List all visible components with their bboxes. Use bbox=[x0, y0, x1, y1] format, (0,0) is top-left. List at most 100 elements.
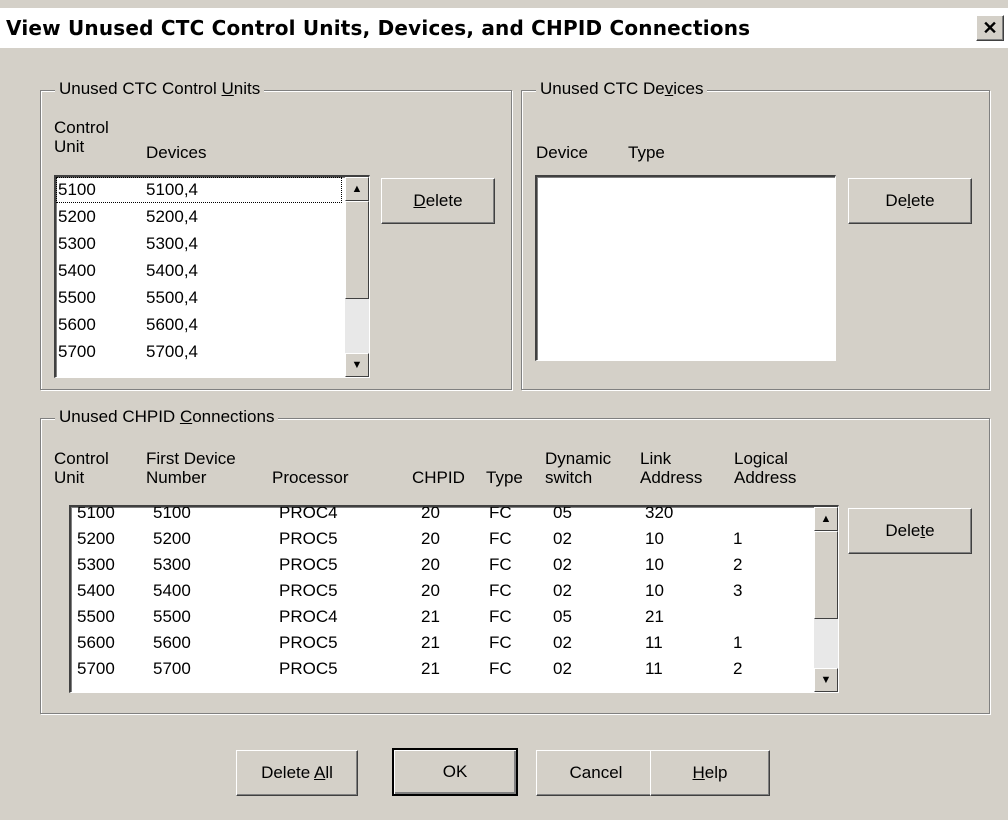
cell-control-unit: 5400 bbox=[77, 581, 115, 600]
chpid-connections-list[interactable]: 5100 5100 PROC4 20 FC 05 320 5200 5200 PROC5 20 FC 0… bbox=[69, 505, 839, 693]
cell-devices: 5600,4 bbox=[146, 315, 198, 334]
cancel-button[interactable]: Cancel bbox=[536, 750, 656, 796]
button-label: Cancel bbox=[569, 763, 623, 782]
col-header-device: Device bbox=[536, 143, 588, 162]
col-header-processor: Processor bbox=[272, 468, 349, 487]
button-label: Delete bbox=[885, 521, 935, 540]
scroll-thumb[interactable] bbox=[345, 201, 369, 299]
help-button[interactable]: Help bbox=[650, 750, 770, 796]
cell-control-unit: 5100 bbox=[58, 180, 96, 199]
col-header-link-address: Link Address bbox=[640, 449, 703, 487]
dialog-title: View Unused CTC Control Units, Devices, … bbox=[6, 16, 751, 40]
group-legend: Unused CHPID Connections bbox=[55, 407, 279, 427]
cell-first-device-number: 5100 bbox=[153, 505, 191, 522]
group-legend: Unused CTC Control Units bbox=[55, 79, 265, 99]
cell-processor: PROC5 bbox=[279, 555, 338, 574]
cell-logical-address: 1 bbox=[733, 633, 743, 652]
col-header-logical-address: Logical Address bbox=[734, 449, 797, 487]
arrow-down-icon: ▼ bbox=[820, 674, 832, 686]
cell-type: FC bbox=[489, 581, 512, 600]
delete-all-button[interactable]: Delete All bbox=[236, 750, 358, 796]
cell-control-unit: 5300 bbox=[58, 234, 96, 253]
list-item[interactable]: 5200 5200,4 bbox=[56, 204, 342, 230]
button-label: Delete All bbox=[261, 763, 333, 782]
close-icon: ✕ bbox=[982, 17, 998, 38]
table-row[interactable]: 5200 5200 PROC5 20 FC 02 10 1 bbox=[71, 529, 811, 555]
cell-control-unit: 5200 bbox=[77, 529, 115, 548]
table-row[interactable]: 5100 5100 PROC4 20 FC 05 320 bbox=[71, 505, 811, 529]
control-units-scrollbar[interactable]: ▲ ▼ bbox=[345, 177, 369, 377]
devices-list[interactable] bbox=[535, 175, 836, 361]
cell-first-device-number: 5500 bbox=[153, 607, 191, 626]
scroll-down-button[interactable]: ▼ bbox=[814, 668, 838, 692]
cell-logical-address: 2 bbox=[733, 659, 743, 678]
delete-chpid-button[interactable]: Delete bbox=[848, 508, 972, 554]
cell-control-unit: 5600 bbox=[77, 633, 115, 652]
group-legend: Unused CTC Devices bbox=[536, 79, 708, 99]
list-item[interactable]: 5100 5100,4 bbox=[56, 177, 342, 203]
cell-devices: 5500,4 bbox=[146, 288, 198, 307]
cell-link-address: 10 bbox=[645, 529, 664, 548]
table-row[interactable]: 5500 5500 PROC4 21 FC 05 21 bbox=[71, 607, 811, 633]
cell-chpid: 20 bbox=[421, 529, 440, 548]
cell-chpid: 21 bbox=[421, 659, 440, 678]
cell-dynamic-switch: 02 bbox=[553, 633, 572, 652]
button-label: OK bbox=[442, 762, 468, 781]
cell-link-address: 320 bbox=[645, 505, 674, 522]
list-item[interactable]: 5400 5400,4 bbox=[56, 258, 342, 284]
cell-control-unit: 5200 bbox=[58, 207, 96, 226]
chpid-scrollbar[interactable]: ▲ ▼ bbox=[814, 507, 838, 692]
cell-control-unit: 5700 bbox=[58, 342, 96, 361]
col-header-first-device-number: First Device Number bbox=[146, 449, 236, 487]
dialog-window: View Unused CTC Control Units, Devices, … bbox=[0, 0, 1008, 820]
table-row[interactable]: 5300 5300 PROC5 20 FC 02 10 2 bbox=[71, 555, 811, 581]
delete-device-button[interactable]: Delete bbox=[848, 178, 972, 224]
cell-logical-address: 3 bbox=[733, 581, 743, 600]
cell-processor: PROC5 bbox=[279, 581, 338, 600]
delete-control-unit-button[interactable]: Delete bbox=[381, 178, 495, 224]
cell-link-address: 10 bbox=[645, 581, 664, 600]
cell-first-device-number: 5700 bbox=[153, 659, 191, 678]
cell-dynamic-switch: 02 bbox=[553, 659, 572, 678]
cell-processor: PROC5 bbox=[279, 529, 338, 548]
scroll-up-button[interactable]: ▲ bbox=[345, 177, 369, 201]
cell-control-unit: 5100 bbox=[77, 505, 115, 522]
cell-processor: PROC5 bbox=[279, 633, 338, 652]
cell-first-device-number: 5200 bbox=[153, 529, 191, 548]
col-header-control-unit: Control Unit bbox=[54, 449, 109, 487]
table-row[interactable]: 5600 5600 PROC5 21 FC 02 11 1 bbox=[71, 633, 811, 659]
col-header-chpid: CHPID bbox=[412, 468, 465, 487]
cell-control-unit: 5300 bbox=[77, 555, 115, 574]
cell-type: FC bbox=[489, 607, 512, 626]
cell-control-unit: 5600 bbox=[58, 315, 96, 334]
list-item[interactable]: 5600 5600,4 bbox=[56, 312, 342, 338]
col-header-control-unit: Control Unit bbox=[54, 118, 109, 156]
cell-dynamic-switch: 02 bbox=[553, 555, 572, 574]
close-button[interactable]: ✕ bbox=[976, 15, 1004, 41]
cell-devices: 5200,4 bbox=[146, 207, 198, 226]
button-label: Help bbox=[692, 763, 728, 782]
scroll-thumb[interactable] bbox=[814, 531, 838, 619]
cell-link-address: 21 bbox=[645, 607, 664, 626]
button-label: Delete bbox=[885, 191, 935, 210]
cell-first-device-number: 5400 bbox=[153, 581, 191, 600]
control-units-list[interactable]: 5100 5100,4 5200 5200,4 5300 5300,4 5400 5400,4… bbox=[54, 175, 370, 378]
cell-type: FC bbox=[489, 505, 512, 522]
scroll-down-button[interactable]: ▼ bbox=[345, 353, 369, 377]
cell-control-unit: 5400 bbox=[58, 261, 96, 280]
cell-chpid: 20 bbox=[421, 555, 440, 574]
cell-type: FC bbox=[489, 529, 512, 548]
cell-processor: PROC4 bbox=[279, 505, 338, 522]
scroll-up-button[interactable]: ▲ bbox=[814, 507, 838, 531]
table-row[interactable]: 5700 5700 PROC5 21 FC 02 11 2 bbox=[71, 659, 811, 685]
list-item[interactable]: 5300 5300,4 bbox=[56, 231, 342, 257]
cell-dynamic-switch: 02 bbox=[553, 529, 572, 548]
arrow-up-icon: ▲ bbox=[820, 513, 832, 525]
table-row[interactable]: 5400 5400 PROC5 20 FC 02 10 3 bbox=[71, 581, 811, 607]
list-item[interactable]: 5500 5500,4 bbox=[56, 285, 342, 311]
cell-chpid: 21 bbox=[421, 633, 440, 652]
list-item[interactable]: 5700 5700,4 bbox=[56, 339, 342, 365]
cell-chpid: 20 bbox=[421, 581, 440, 600]
cell-processor: PROC4 bbox=[279, 607, 338, 626]
ok-button[interactable]: OK bbox=[392, 748, 518, 796]
